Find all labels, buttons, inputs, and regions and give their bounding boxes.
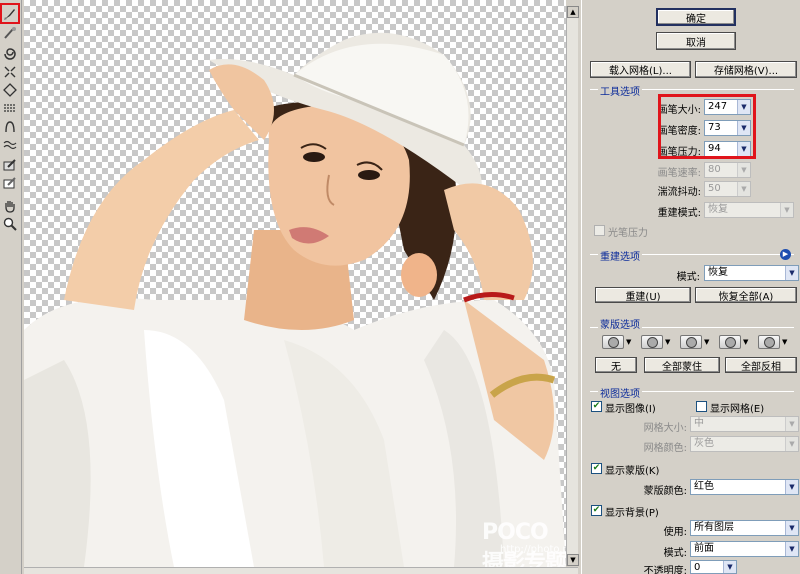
show-mask-checkbox[interactable]: ✔ [591,463,602,474]
brush-rate-label: 画笔速率: [657,168,701,179]
mask-color-label: 蒙版颜色: [643,486,687,497]
reconstruct-options-mode-value: 恢复 [708,267,728,278]
mask-invert-button[interactable]: ▼ [758,334,794,350]
reconstruct-options-mode-select[interactable]: 恢复 ▼ [704,265,799,281]
vertical-scrollbar[interactable]: ▲ ▼ [566,6,579,566]
reconstruct-mode-label-2: 模式: [676,272,700,283]
invert-all-button[interactable]: 全部反相 [725,357,797,373]
save-mesh-button[interactable]: 存储网格(V)... [695,61,797,78]
reconstruct-button[interactable]: 重建(U) [595,287,691,303]
backdrop-mode-select[interactable]: 前面 ▼ [690,541,799,557]
chevron-down-icon[interactable]: ▼ [785,521,798,535]
horizontal-scrollbar[interactable] [24,567,578,574]
show-image-checkbox[interactable]: ✔ [591,401,602,412]
mask-add-button[interactable]: ▼ [641,334,677,350]
stylus-pressure-label: 光笔压力 [608,228,648,239]
reconstruct-tool-icon[interactable] [2,25,18,41]
scroll-up-icon[interactable]: ▲ [567,6,579,18]
zoom-tool-icon[interactable] [2,216,18,232]
portrait-image [24,32,566,567]
chevron-down-icon[interactable]: ▼ [723,561,736,573]
mask-none-button[interactable]: 无 [595,357,637,373]
thaw-mask-tool-icon[interactable] [2,175,18,191]
tools-toolbar [0,0,22,574]
mesh-color-select: 灰色 ▼ [690,436,799,452]
watermark-url: http://photo.poco.cn/ [500,544,566,555]
scroll-down-icon[interactable]: ▼ [567,554,579,566]
chevron-down-icon[interactable]: ▼ [785,266,798,280]
push-left-tool-icon[interactable] [2,100,18,116]
mask-intersect-button[interactable]: ▼ [719,334,755,350]
cancel-button[interactable]: 取消 [656,32,736,50]
reconstruct-mode-value: 恢复 [708,204,728,215]
load-mesh-button[interactable]: 载入网格(L)... [590,61,691,78]
turbulent-jitter-label: 湍流抖动: [657,187,701,198]
show-backdrop-checkbox[interactable]: ✔ [591,505,602,516]
chevron-down-icon[interactable]: ▼ [785,480,798,494]
opacity-label: 不透明度: [643,566,687,574]
use-label: 使用: [663,527,687,538]
chevron-down-icon: ▼ [737,182,750,196]
mask-options-title: 蒙版选项 [598,316,642,331]
freeze-mask-tool-icon[interactable] [2,157,18,173]
show-mask-label: 显示蒙版(K) [605,466,660,477]
brush-rate-value: 80 [708,164,721,175]
mask-color-select[interactable]: 红色 ▼ [690,479,799,495]
show-backdrop-label: 显示背景(P) [605,508,659,519]
use-select[interactable]: 所有图层 ▼ [690,520,799,536]
mirror-tool-icon[interactable] [2,119,18,135]
opacity-field[interactable]: 0 ▼ [690,560,737,574]
reconstruct-mode-select: 恢复 ▼ [704,202,794,218]
chevron-down-icon: ▼ [785,437,798,451]
reconstruct-options-title: 重建选项 [598,248,642,263]
tool-options-title: 工具选项 [598,83,642,98]
opacity-value: 0 [694,562,701,573]
mask-subtract-button[interactable]: ▼ [680,334,716,350]
reconstruct-mode-label: 重建模式: [657,208,701,219]
turbulent-jitter-value: 50 [708,183,721,194]
mesh-color-label: 网格颜色: [643,443,687,454]
twirl-tool-icon[interactable] [2,46,18,62]
mesh-size-label: 网格大小: [643,423,687,434]
mask-all-button[interactable]: 全部蒙住 [644,357,720,373]
mask-replace-button[interactable]: ▼ [602,334,638,350]
preview-canvas[interactable]: POCO 摄影专题 http://photo.poco.cn/ [24,0,566,567]
pucker-tool-icon[interactable] [2,64,18,80]
mask-color-value: 红色 [694,481,714,492]
hand-tool-icon[interactable] [2,198,18,214]
mesh-size-select: 中 ▼ [690,416,799,432]
bloat-tool-icon[interactable] [2,82,18,98]
mesh-color-value: 灰色 [694,438,714,449]
backdrop-mode-label: 模式: [663,548,687,559]
turbulence-tool-icon[interactable] [2,137,18,153]
turbulent-jitter-field: 50 ▼ [704,181,751,197]
restore-all-button[interactable]: 恢复全部(A) [695,287,797,303]
chevron-down-icon: ▼ [785,417,798,431]
chevron-down-icon: ▼ [737,163,750,177]
highlight-annotation-box [658,94,756,159]
view-options-title: 视图选项 [598,385,642,400]
use-value: 所有图层 [694,522,734,533]
ok-button[interactable]: 确定 [656,8,736,26]
chevron-down-icon[interactable]: ▼ [785,542,798,556]
forward-warp-tool-icon[interactable] [2,6,18,22]
stylus-pressure-checkbox [594,225,605,236]
chevron-down-icon: ▼ [780,203,793,217]
show-mesh-checkbox[interactable] [696,401,707,412]
brush-rate-field: 80 ▼ [704,162,751,178]
mesh-size-value: 中 [694,418,704,429]
show-mesh-label: 显示网格(E) [710,404,765,415]
options-panel: 确定 取消 载入网格(L)... 存储网格(V)... 工具选项 画笔大小: 2… [581,0,800,574]
show-image-label: 显示图像(I) [605,404,656,415]
backdrop-mode-value: 前面 [694,543,714,554]
play-arrow-icon[interactable]: ▶ [780,249,791,260]
